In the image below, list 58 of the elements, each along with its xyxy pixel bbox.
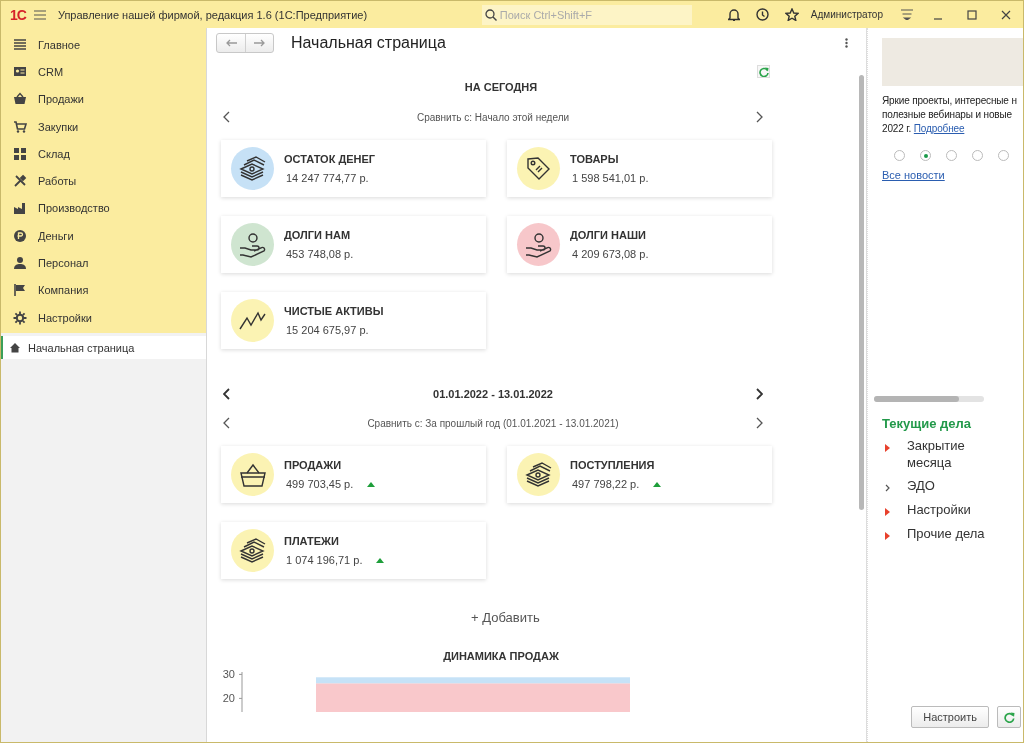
kpi-card[interactable]: ПОСТУПЛЕНИЯ 497 798,22 р. xyxy=(507,446,772,503)
comparison-period: Сравнить с: За прошлый год (01.01.2021 - 13.01.2021) xyxy=(367,417,619,429)
sidebar-item[interactable]: CRM xyxy=(1,58,206,86)
period-range: 01.01.2022 - 13.01.2022 xyxy=(433,388,553,400)
card-title: ДОЛГИ НАМ xyxy=(284,229,352,241)
task-link[interactable]: Закрытие месяца xyxy=(907,437,1007,471)
chart-title: ДИНАМИКА ПРОДАЖ xyxy=(442,650,560,662)
axis-tick-label: 20 xyxy=(222,692,235,705)
tasks-heading: Текущие дела xyxy=(882,416,973,431)
sidebar-item[interactable]: Закупки xyxy=(1,112,206,141)
news-text: Яркие проекты, интересные н полезные вебинары и новые 2022 г. Подробнее xyxy=(882,94,1018,136)
sidebar-item[interactable]: Склад xyxy=(1,140,206,168)
open-page-tab[interactable]: Начальная страница xyxy=(1,336,206,360)
sidebar-item[interactable]: Главное xyxy=(1,31,206,59)
sidebar-item[interactable]: Настройки xyxy=(1,303,206,332)
kpi-card[interactable]: ДОЛГИ НАШИ 4 209 673,08 р. xyxy=(507,216,772,273)
card-value: 15 204 675,97 р. xyxy=(286,324,369,336)
kpi-card[interactable]: ДОЛГИ НАМ 453 748,08 р. xyxy=(221,216,486,273)
kpi-card[interactable]: ОСТАТОК ДЕНЕГ 14 247 774,77 р. xyxy=(221,140,486,197)
sidebar-item[interactable]: Персонал xyxy=(1,249,206,277)
sidebar-item[interactable]: Компания xyxy=(1,276,206,304)
more-link[interactable]: Подробнее xyxy=(913,123,965,134)
card-title: ПРОДАЖИ xyxy=(284,459,343,471)
card-title: ОСТАТОК ДЕНЕГ xyxy=(284,153,376,165)
kpi-card[interactable]: ПРОДАЖИ 499 703,45 р. xyxy=(221,446,486,503)
comparison-period: Сравнить с: Начало этой недели xyxy=(416,111,570,123)
card-value: 497 798,22 р. xyxy=(572,478,640,490)
kpi-card[interactable]: ЧИСТЫЕ АКТИВЫ 15 204 675,97 р. xyxy=(221,292,486,349)
sidebar-item[interactable]: Производство xyxy=(1,194,206,223)
page-title: Начальная страница xyxy=(291,33,447,52)
kpi-card[interactable]: ПЛАТЕЖИ 1 074 196,71 р. xyxy=(221,522,486,579)
card-value: 14 247 774,77 р. xyxy=(286,172,369,184)
task-link[interactable]: Настройки xyxy=(907,501,1007,518)
section-heading: НА СЕГОДНЯ xyxy=(463,81,539,93)
add-button[interactable]: + Добавить xyxy=(471,610,540,625)
card-title: ЧИСТЫЕ АКТИВЫ xyxy=(284,305,384,317)
sidebar-item[interactable]: Работы xyxy=(1,167,206,195)
card-value: 4 209 673,08 р. xyxy=(572,248,649,260)
sidebar-item[interactable]: Продажи xyxy=(1,85,206,113)
sidebar-item[interactable]: Деньги xyxy=(1,222,206,250)
axis-tick-label: 30 xyxy=(222,668,235,681)
user-name[interactable]: Администратор xyxy=(810,9,883,20)
app-logo: 1С xyxy=(10,6,26,23)
search-field[interactable]: Поиск Ctrl+Shift+F xyxy=(481,4,692,25)
card-value: 453 748,08 р. xyxy=(286,248,354,260)
card-title: ПОСТУПЛЕНИЯ xyxy=(570,459,656,471)
card-value: 1 598 541,01 р. xyxy=(572,172,649,184)
card-title: ДОЛГИ НАШИ xyxy=(570,229,647,241)
card-value: 499 703,45 р. xyxy=(286,478,354,490)
task-link[interactable]: ЭДО xyxy=(907,477,1007,494)
card-title: ТОВАРЫ xyxy=(570,153,620,165)
all-news-link[interactable]: Все новости xyxy=(882,169,1023,181)
card-title: ПЛАТЕЖИ xyxy=(284,535,340,547)
configure-button[interactable]: Настроить xyxy=(911,706,989,728)
card-value: 1 074 196,71 р. xyxy=(286,554,363,566)
kpi-card[interactable]: ТОВАРЫ 1 598 541,01 р. xyxy=(507,140,772,197)
task-link[interactable]: Прочие дела xyxy=(907,525,1007,542)
window-title: Управление нашей фирмой, редакция 1.6 (1С:Предприятие) xyxy=(57,8,369,21)
